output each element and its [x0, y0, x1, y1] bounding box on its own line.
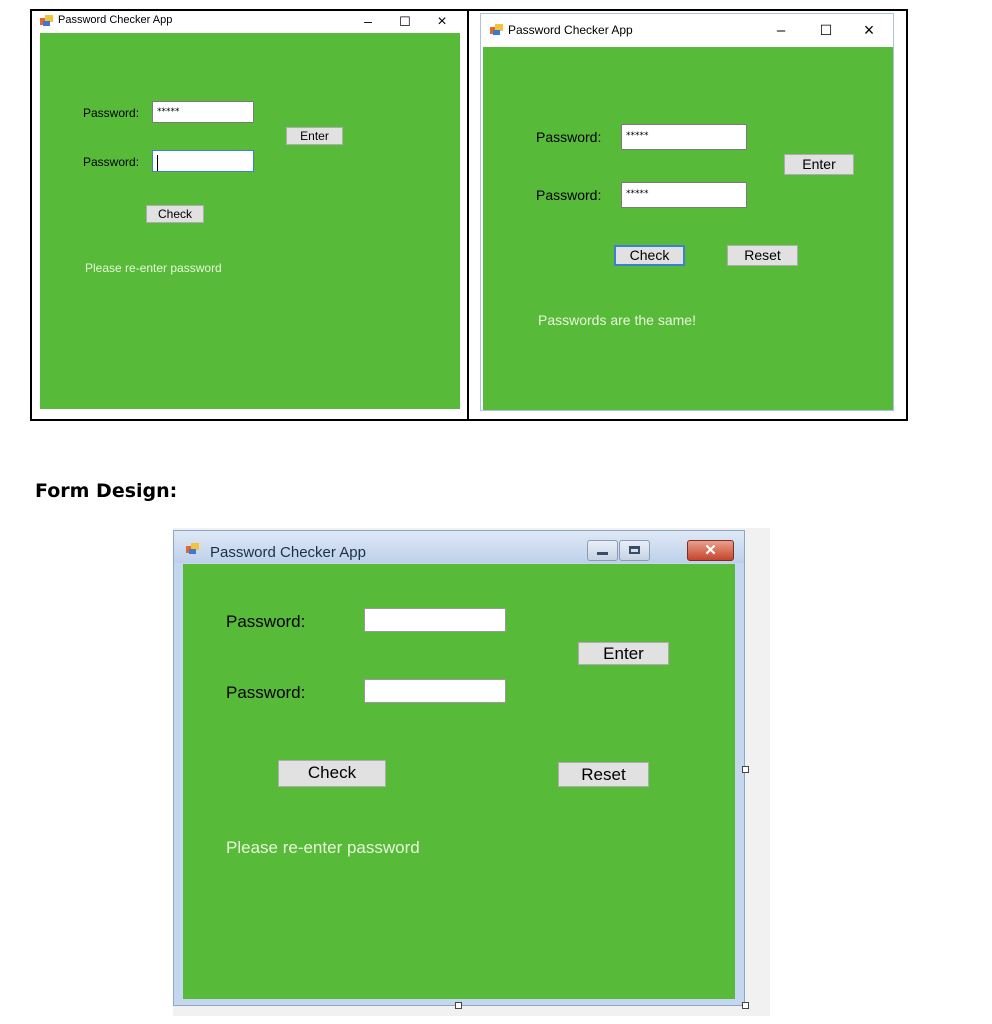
minimize-button[interactable]: –: [766, 14, 796, 47]
password2-label: Password:: [83, 155, 140, 169]
design-window: Password Checker App ✕ Password: Enter P…: [173, 530, 745, 1006]
password2-input[interactable]: *****: [621, 182, 747, 208]
enter-button[interactable]: Enter: [286, 127, 343, 145]
check-button[interactable]: Check: [614, 245, 685, 266]
title-bar: Password Checker App ✕: [174, 531, 744, 563]
password2-label: Password:: [536, 187, 602, 203]
password1-label: Password:: [226, 612, 306, 631]
maximize-icon: [629, 546, 640, 554]
minimize-button[interactable]: –: [353, 11, 383, 32]
minimize-button[interactable]: [587, 540, 618, 561]
window-title: Password Checker App: [508, 23, 633, 37]
frame-border-right: [906, 9, 908, 421]
status-message: Please re-enter password: [85, 261, 222, 275]
window-title: Password Checker App: [210, 544, 366, 561]
form-client-area: Password: Enter Password: Check Reset Pl…: [183, 564, 735, 999]
maximize-button[interactable]: ☐: [811, 14, 841, 47]
text-caret: [157, 154, 158, 171]
minimize-icon: [597, 552, 608, 555]
reset-button[interactable]: Reset: [727, 245, 798, 266]
section-heading: Form Design:: [35, 480, 178, 502]
password2-input[interactable]: [152, 150, 254, 172]
app-icon: [186, 543, 199, 554]
title-bar: Password Checker App – ☐ ×: [33, 11, 460, 32]
password1-label: Password:: [536, 129, 602, 145]
enter-button[interactable]: Enter: [784, 154, 854, 175]
app-window-2: Password Checker App – ☐ × Password: ***…: [480, 13, 894, 411]
app-icon: [490, 24, 503, 35]
status-message: Passwords are the same!: [538, 312, 696, 328]
password1-label: Password:: [83, 106, 140, 120]
close-button[interactable]: ✕: [687, 540, 734, 561]
title-bar: Password Checker App – ☐ ×: [481, 14, 893, 47]
check-button[interactable]: Check: [146, 205, 204, 223]
resize-handle-corner[interactable]: [742, 1002, 749, 1009]
frame-border-left: [30, 9, 32, 421]
password1-input[interactable]: *****: [621, 124, 747, 150]
close-icon: ✕: [704, 542, 717, 559]
password1-input[interactable]: [364, 608, 506, 632]
maximize-button[interactable]: [619, 540, 650, 561]
window-title: Password Checker App: [58, 14, 173, 26]
frame-divider: [467, 9, 469, 421]
close-button[interactable]: ×: [854, 14, 884, 47]
reset-button[interactable]: Reset: [558, 762, 649, 787]
password2-input[interactable]: [364, 679, 506, 703]
form-client-area: Password: ***** Enter Password: Check Pl…: [40, 33, 460, 409]
resize-handle-bottom[interactable]: [455, 1002, 462, 1009]
app-window-1: Password Checker App – ☐ × Password: ***…: [33, 11, 460, 409]
maximize-button[interactable]: ☐: [390, 11, 420, 32]
password2-label: Password:: [226, 683, 306, 702]
app-icon: [40, 15, 53, 26]
status-message: Please re-enter password: [226, 838, 420, 857]
close-button[interactable]: ×: [427, 11, 457, 32]
frame-border-bottom: [30, 419, 908, 421]
password1-input[interactable]: *****: [152, 101, 254, 123]
form-client-area: Password: ***** Enter Password: ***** Ch…: [483, 47, 893, 410]
resize-handle-right[interactable]: [742, 766, 749, 773]
enter-button[interactable]: Enter: [578, 642, 669, 665]
check-button[interactable]: Check: [278, 760, 386, 787]
